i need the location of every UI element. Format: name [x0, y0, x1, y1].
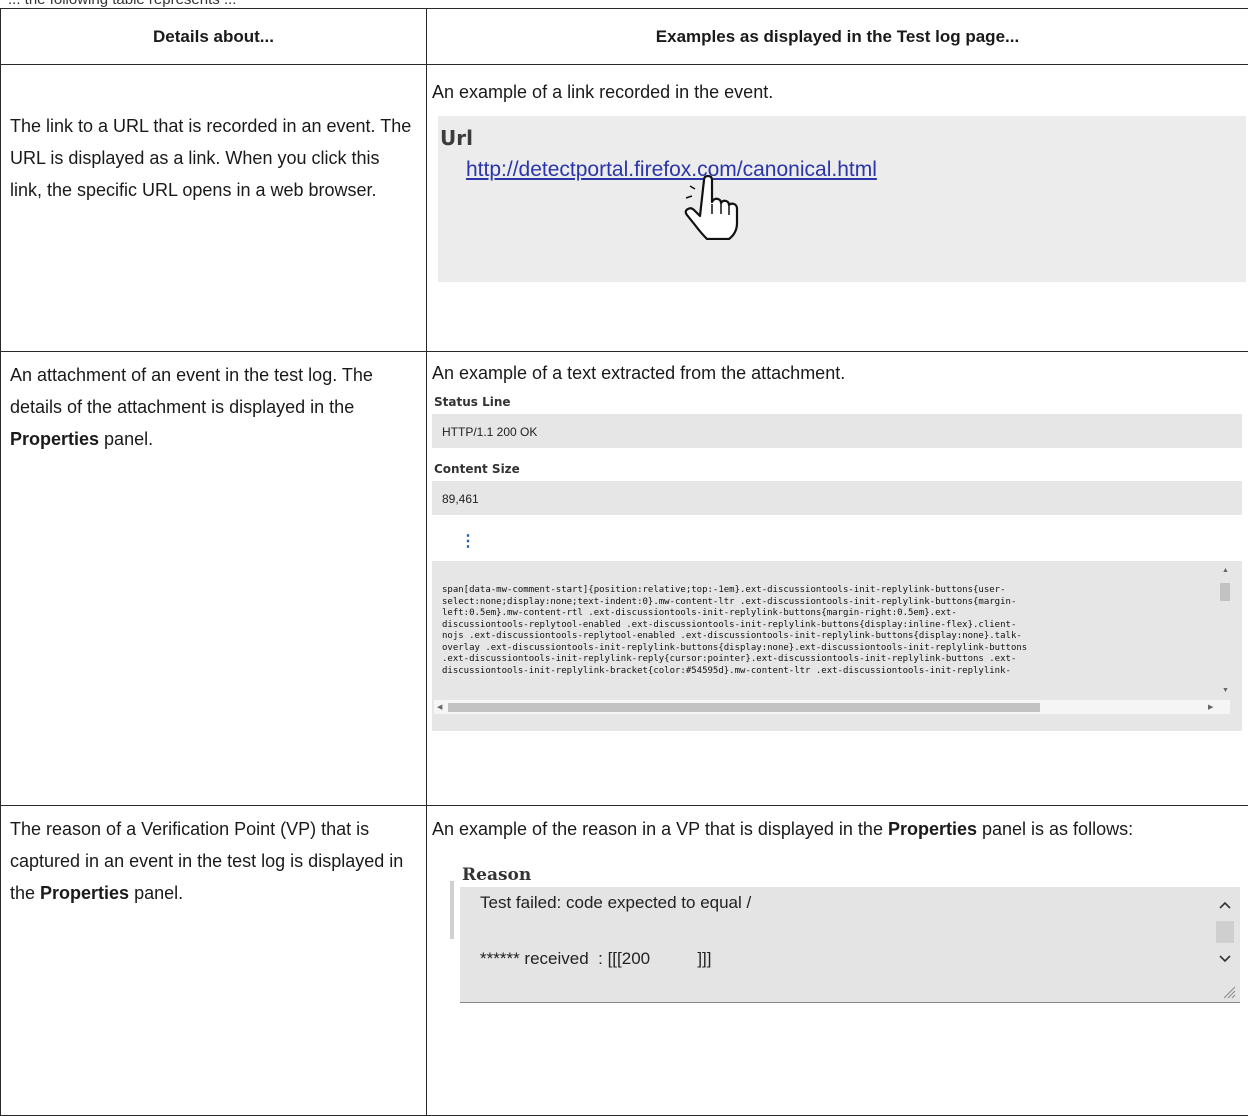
reason-accent-bar	[450, 881, 454, 939]
attachment-text-area[interactable]: span[data-mw-comment-start]{position:rel…	[432, 561, 1242, 731]
example-intro: An example of the reason in a VP that is…	[428, 807, 1247, 845]
details-cell: The reason of a Verification Point (VP) …	[1, 806, 427, 1116]
example-intro: An example of a link recorded in the eve…	[428, 66, 1247, 108]
properties-bold: Properties	[10, 429, 99, 449]
scroll-right-arrow-icon[interactable]: ▶	[1208, 703, 1213, 711]
table-row: The link to a URL that is recorded in an…	[1, 65, 1248, 352]
horizontal-scrollbar[interactable]: ◀ ▶	[434, 700, 1230, 714]
content-size-field: 89,461	[432, 481, 1242, 515]
resize-grip-icon[interactable]	[1222, 985, 1236, 999]
url-screenshot-panel: Url http://detectportal.firefox.com/cano…	[438, 116, 1246, 282]
table-header-row: Details about... Examples as displayed i…	[1, 9, 1248, 65]
vertical-ellipsis-icon[interactable]: ⋮	[460, 531, 1247, 549]
vertical-scrollbar[interactable]: ▲ ▼	[1218, 563, 1232, 699]
reason-screenshot-panel: Reason Test failed: code expected to equ…	[440, 849, 1240, 1009]
scroll-up-arrow-icon[interactable]: ▲	[1222, 567, 1229, 574]
properties-bold: Properties	[888, 819, 977, 839]
example-cell: An example of a text extracted from the …	[427, 352, 1248, 806]
chevron-down-icon[interactable]	[1219, 955, 1231, 963]
status-line-field: HTTP/1.1 200 OK	[432, 414, 1242, 448]
table-row: An attachment of an event in the test lo…	[1, 352, 1248, 806]
details-text: The link to a URL that is recorded in an…	[2, 66, 425, 206]
content-size-label: Content Size	[434, 462, 1247, 476]
properties-bold: Properties	[40, 883, 129, 903]
scrollbar-thumb[interactable]	[1220, 583, 1230, 601]
reason-label: Reason	[462, 865, 531, 885]
scrollbar-thumb[interactable]	[1216, 921, 1234, 943]
scroll-left-arrow-icon[interactable]: ◀	[437, 703, 442, 711]
example-intro: An example of a text extracted from the …	[428, 353, 1247, 389]
url-link[interactable]: http://detectportal.firefox.com/canonica…	[466, 158, 877, 182]
example-cell: An example of a link recorded in the eve…	[427, 65, 1248, 352]
header-details: Details about...	[1, 9, 427, 65]
reason-line-2: ****** received : [[[200 ]]]	[480, 949, 712, 969]
example-cell: An example of the reason in a VP that is…	[427, 806, 1248, 1116]
details-text: An attachment of an event in the test lo…	[2, 353, 425, 455]
header-examples: Examples as displayed in the Test log pa…	[427, 9, 1248, 65]
vertical-scrollbar[interactable]	[1214, 891, 1236, 999]
chevron-up-icon[interactable]	[1219, 901, 1231, 909]
details-cell: The link to a URL that is recorded in an…	[1, 65, 427, 352]
scroll-down-arrow-icon[interactable]: ▼	[1222, 687, 1229, 694]
details-cell: An attachment of an event in the test lo…	[1, 352, 427, 806]
url-label: Url	[440, 126, 473, 150]
cut-off-caption: ... the following table represents ...	[8, 0, 236, 8]
reason-line-1: Test failed: code expected to equal /	[480, 893, 751, 913]
details-text: The reason of a Verification Point (VP) …	[2, 807, 425, 909]
attachment-code-text: span[data-mw-comment-start]{position:rel…	[442, 585, 1220, 677]
reason-textarea[interactable]: Test failed: code expected to equal / **…	[460, 887, 1240, 1003]
table-row: The reason of a Verification Point (VP) …	[1, 806, 1248, 1116]
scrollbar-thumb[interactable]	[448, 703, 1040, 712]
status-line-label: Status Line	[434, 395, 1247, 409]
hand-pointer-icon	[682, 174, 742, 240]
details-table: Details about... Examples as displayed i…	[0, 8, 1248, 1116]
